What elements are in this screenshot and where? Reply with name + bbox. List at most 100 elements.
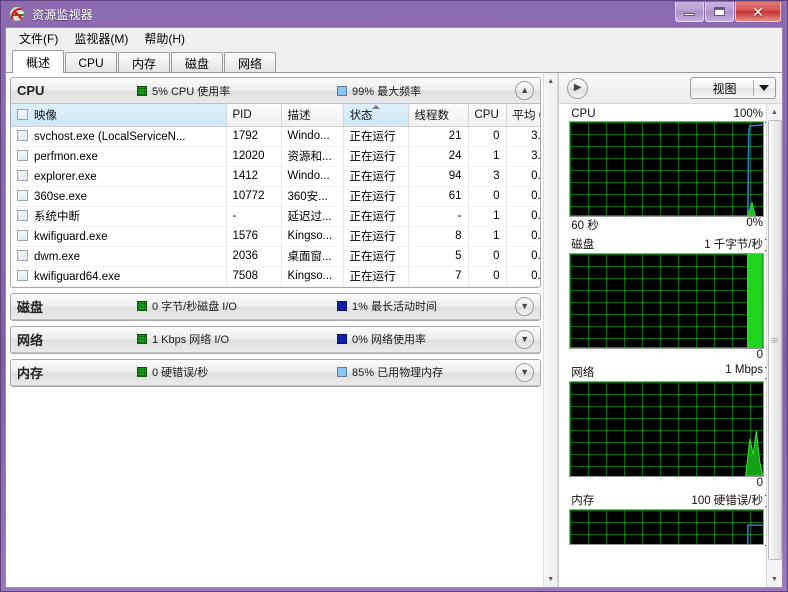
chevron-down-icon: ▼ (520, 366, 530, 377)
cell-pid: 1792 (226, 126, 282, 147)
close-button[interactable]: ✕ (735, 2, 781, 22)
tab-network[interactable]: 网络 (224, 52, 276, 73)
section-network-expand-button[interactable]: ▼ (515, 329, 535, 349)
row-checkbox[interactable] (17, 189, 28, 201)
row-checkbox[interactable] (17, 269, 28, 281)
row-checkbox[interactable] (17, 129, 28, 141)
chevron-down-icon: ▼ (520, 300, 530, 311)
section-disk-stat-io: 0 字节/秒磁盘 I/O (137, 298, 337, 314)
scroll-down-icon[interactable]: ▼ (768, 572, 782, 586)
tab-memory[interactable]: 内存 (118, 52, 170, 73)
column-header-avg-cpu[interactable]: 平均 C... (506, 104, 541, 127)
disk-graph-labels: 磁盘 1 千字节/秒 (569, 236, 764, 253)
row-checkbox[interactable] (17, 149, 28, 161)
section-memory-header[interactable]: 内存 0 硬错误/秒 85% 已用物理内存 ▼ (11, 359, 541, 386)
table-row[interactable]: 360se.exe 10772360安...正在运行6100.61 (11, 186, 541, 207)
cell-status: 正在运行 (343, 226, 409, 247)
table-row[interactable]: dwm.exe 2036桌面窗...正在运行500.46 (11, 246, 541, 267)
cell-status: 正在运行 (343, 166, 409, 187)
table-row[interactable]: kwifiguard.exe 1576Kingso...正在运行810.46 (11, 226, 541, 247)
resource-monitor-icon (9, 6, 25, 22)
graph-panel-scrollbar[interactable]: ▲ ☰ ▼ (766, 104, 782, 587)
column-header-image[interactable]: 映像 (11, 104, 227, 127)
cpu-process-table-wrap: 映像 PID 描述 状态 线程数 CPU 平均 C... (11, 104, 541, 287)
minimize-button[interactable] (675, 2, 704, 22)
section-disk-expand-button[interactable]: ▼ (515, 296, 535, 316)
overview-panel-scrollbar[interactable]: ▲ ▼ (543, 73, 559, 587)
graph-panel-scrollbar-thumb[interactable]: ☰ (767, 120, 782, 560)
cell-status: 正在运行 (343, 266, 409, 287)
graph-list: CPU 100% 60 秒 0% 磁盘 1 千字节/秒 0 网络 1 Mbps … (559, 104, 782, 587)
table-row[interactable]: explorer.exe 1412Windo...正在运行9430.61 (11, 166, 541, 187)
tab-strip: 概述 CPU 内存 磁盘 网络 (6, 49, 782, 74)
section-memory-expand-button[interactable]: ▼ (515, 362, 535, 382)
network-graph-trace (745, 430, 763, 476)
cell-avg-cpu: 0.61 (506, 186, 541, 207)
section-network-header[interactable]: 网络 1 Kbps 网络 I/O 0% 网络使用率 ▼ (11, 326, 541, 353)
scroll-up-icon[interactable]: ▲ (544, 74, 558, 88)
row-checkbox[interactable] (17, 249, 28, 261)
network-graph-footer: 0 (569, 477, 764, 489)
row-checkbox[interactable] (17, 169, 28, 181)
graph-panel-toolbar: ▶ 视图 (559, 73, 782, 104)
overview-panel: CPU 5% CPU 使用率 99% 最大频率 ▲ 映像 PID 描述 状态 线… (6, 73, 544, 587)
section-memory: 内存 0 硬错误/秒 85% 已用物理内存 ▼ (10, 358, 542, 387)
section-disk-stat-active-label: 1% 最长活动时间 (352, 301, 437, 313)
column-header-pid[interactable]: PID (226, 104, 282, 127)
lightblue-swatch-icon (337, 85, 347, 96)
scroll-down-icon[interactable]: ▼ (544, 572, 558, 586)
cell-status: 正在运行 (343, 146, 409, 167)
disk-graph-footer: 0 (569, 349, 764, 361)
tab-cpu[interactable]: CPU (65, 52, 117, 73)
column-header-threads[interactable]: 线程数 (408, 104, 469, 127)
window-title: 资源监视器 (32, 7, 94, 22)
section-network-stat-io: 1 Kbps 网络 I/O (137, 331, 337, 347)
table-row[interactable]: svchost.exe (LocalServiceN... 1792 Windo..… (11, 126, 541, 147)
graph-panel-collapse-button[interactable]: ▶ (567, 77, 589, 99)
cell-cpu: 0 (468, 126, 507, 147)
caret-down-icon[interactable] (759, 85, 769, 91)
table-row[interactable]: kwifiguard64.exe 7508Kingso...正在运行700.46 (11, 266, 541, 287)
cell-image: kwifiguard64.exe (11, 266, 227, 287)
table-row[interactable]: perfmon.exe 12020资源和...正在运行2413.06 (11, 146, 541, 167)
cell-cpu: 0 (468, 186, 507, 207)
cell-avg-cpu: 3.06 (506, 146, 541, 167)
section-network-stat-io-label: 1 Kbps 网络 I/O (152, 334, 230, 346)
tab-overview[interactable]: 概述 (12, 50, 64, 74)
section-network: 网络 1 Kbps 网络 I/O 0% 网络使用率 ▼ (10, 325, 542, 354)
tab-disk[interactable]: 磁盘 (171, 52, 223, 73)
column-header-cpu[interactable]: CPU (468, 104, 507, 127)
scroll-up-icon[interactable]: ▲ (768, 105, 782, 119)
row-checkbox[interactable] (17, 229, 28, 241)
chevron-up-icon: ▲ (520, 85, 530, 95)
maximize-button[interactable] (705, 2, 734, 22)
section-memory-stat-faults: 0 硬错误/秒 (137, 364, 337, 380)
row-checkbox[interactable] (17, 210, 28, 221)
section-cpu-header[interactable]: CPU 5% CPU 使用率 99% 最大频率 ▲ (11, 78, 541, 104)
cell-pid: - (226, 206, 282, 227)
menu-monitor[interactable]: 监视器(M) (66, 28, 136, 49)
title-bar[interactable]: 资源监视器 ✕ (5, 1, 783, 27)
cell-description: Windo... (281, 166, 344, 187)
select-all-checkbox[interactable] (17, 108, 28, 120)
cell-threads: 94 (408, 166, 469, 187)
lightblue-swatch-icon (337, 367, 347, 377)
column-header-status[interactable]: 状态 (343, 104, 409, 127)
section-disk-title: 磁盘 (17, 299, 44, 315)
cell-threads: 7 (408, 266, 469, 287)
cell-image-label: svchost.exe (LocalServiceN... (34, 130, 186, 143)
chevron-right-icon: ▶ (573, 82, 582, 93)
menu-file[interactable]: 文件(F) (11, 28, 66, 49)
green-swatch-icon (137, 85, 147, 96)
section-disk-header[interactable]: 磁盘 0 字节/秒磁盘 I/O 1% 最长活动时间 ▼ (11, 293, 541, 320)
graph-panel: ▶ 视图 CPU 100% 60 秒 0% 磁盘 1 千字节/秒 0 网络 1 … (558, 73, 782, 587)
table-row[interactable]: 系统中断-延迟过...正在运行-10.46 (11, 206, 541, 227)
green-swatch-icon (137, 334, 147, 344)
cell-avg-cpu: 0.46 (506, 206, 541, 227)
memory-graph-trace (747, 524, 763, 544)
view-dropdown-button[interactable]: 视图 (690, 77, 776, 99)
section-cpu-stat-usage-label: 5% CPU 使用率 (152, 85, 231, 98)
column-header-description[interactable]: 描述 (281, 104, 344, 127)
menu-help[interactable]: 帮助(H) (136, 28, 193, 49)
section-cpu-collapse-button[interactable]: ▲ (515, 81, 535, 100)
